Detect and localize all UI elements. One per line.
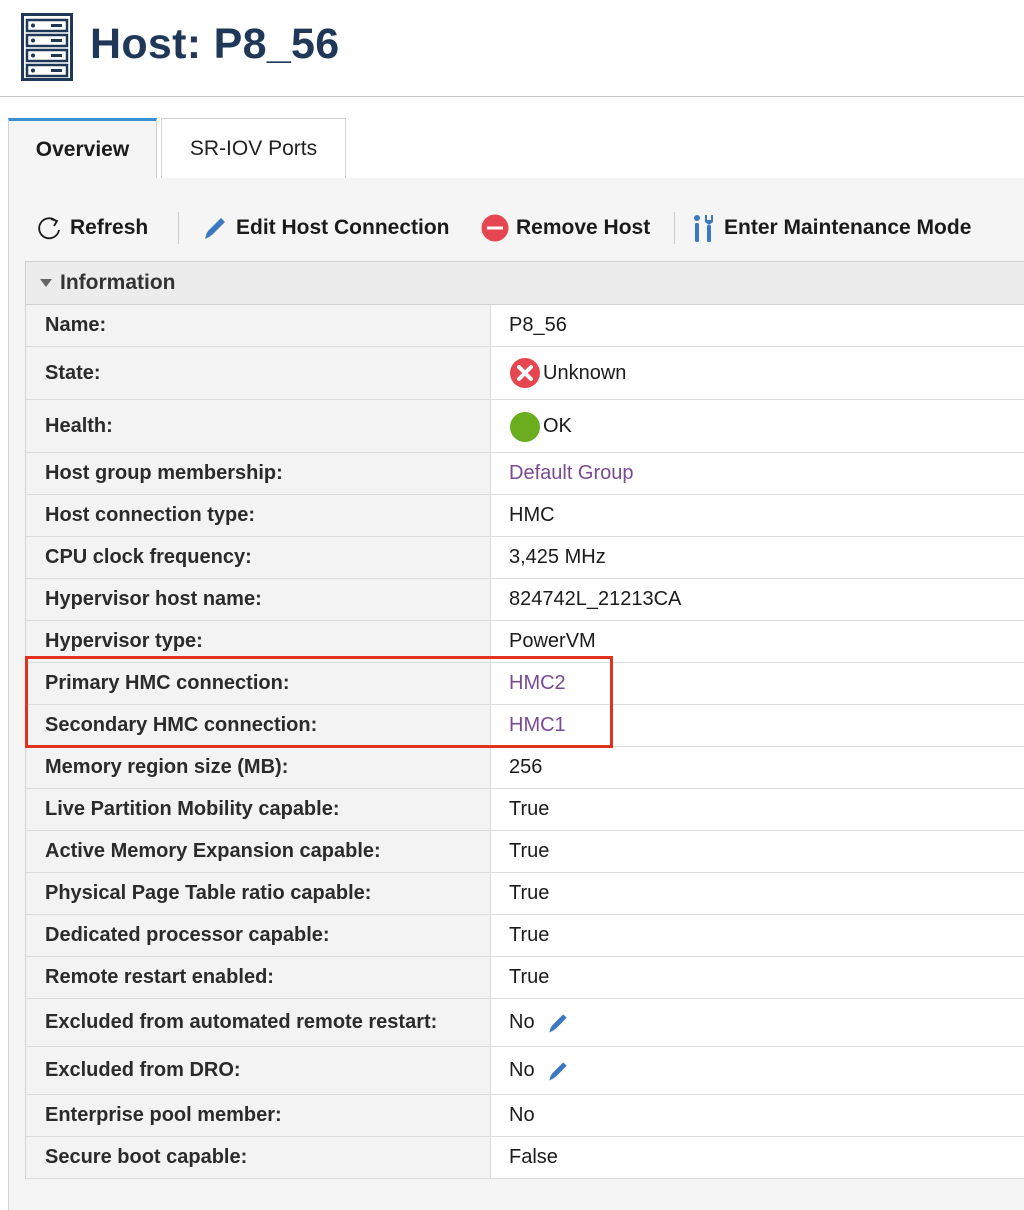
row-value: False — [509, 1146, 558, 1168]
primary-hmc-link[interactable]: HMC2 — [509, 672, 566, 695]
information-table: Name: P8_56 State: Unknown Health: OK Ho… — [25, 305, 1024, 1179]
table-row: Secure boot capable: False — [26, 1137, 1024, 1179]
edit-pencil-icon[interactable] — [545, 1010, 571, 1036]
toolbar-divider — [674, 212, 675, 244]
row-value: 824742L_21213CA — [509, 588, 682, 610]
enter-maintenance-mode-label: Enter Maintenance Mode — [724, 216, 972, 239]
server-rack-icon — [21, 13, 73, 81]
row-value: 256 — [509, 756, 543, 778]
row-value: No — [509, 1104, 535, 1126]
excluded-dro-value: No — [509, 1059, 535, 1081]
row-value: Default Group — [491, 453, 1024, 494]
information-section-title: Information — [60, 271, 176, 294]
row-value: HMC1 — [491, 705, 1024, 746]
row-label: Memory region size (MB): — [26, 747, 491, 788]
row-label: Host group membership: — [26, 453, 491, 494]
pencil-icon — [205, 218, 225, 239]
row-label: Name: — [26, 305, 491, 346]
table-row: Secondary HMC connection: HMC1 — [26, 705, 1024, 747]
page-title: Host: P8_56 — [90, 20, 340, 68]
excluded-restart-value: No — [509, 1011, 535, 1033]
row-value: True — [509, 840, 550, 862]
table-row: State: Unknown — [26, 347, 1024, 400]
error-status-icon — [510, 358, 540, 388]
row-label: Hypervisor host name: — [26, 579, 491, 620]
row-label: Dedicated processor capable: — [26, 915, 491, 956]
table-row: CPU clock frequency: 3,425 MHz — [26, 537, 1024, 579]
table-row: Host group membership: Default Group — [26, 453, 1024, 495]
row-value: 3,425 MHz — [509, 546, 606, 568]
row-label: Live Partition Mobility capable: — [26, 789, 491, 830]
edit-host-connection-label: Edit Host Connection — [236, 216, 450, 239]
row-label: Remote restart enabled: — [26, 957, 491, 998]
table-row: Active Memory Expansion capable: True — [26, 831, 1024, 873]
row-label: Health: — [26, 400, 491, 452]
toolbar: Refresh Edit Host Connection Remove Host… — [0, 200, 1024, 256]
row-value: PowerVM — [509, 630, 596, 652]
row-value: HMC — [509, 504, 555, 526]
tools-icon — [694, 215, 713, 242]
row-label: Enterprise pool member: — [26, 1095, 491, 1136]
refresh-button[interactable]: Refresh — [34, 208, 148, 248]
remove-circle-icon — [481, 214, 509, 242]
table-row: Host connection type: HMC — [26, 495, 1024, 537]
table-row: Excluded from DRO: No — [26, 1047, 1024, 1095]
row-label: Hypervisor type: — [26, 621, 491, 662]
remove-host-label: Remove Host — [516, 216, 651, 239]
row-value: OK — [491, 400, 1024, 452]
row-label: Primary HMC connection: — [26, 663, 491, 704]
row-value: True — [509, 798, 550, 820]
tab-sr-iov-ports[interactable]: SR-IOV Ports — [161, 118, 346, 178]
toolbar-divider — [178, 212, 179, 244]
secondary-hmc-link[interactable]: HMC1 — [509, 714, 566, 737]
state-value: Unknown — [543, 361, 627, 384]
row-label: Excluded from automated remote restart: — [26, 999, 491, 1046]
table-row: Hypervisor type: PowerVM — [26, 621, 1024, 663]
health-value: OK — [543, 414, 572, 437]
table-row: Dedicated processor capable: True — [26, 915, 1024, 957]
tab-overview[interactable]: Overview — [8, 118, 157, 178]
row-value: P8_56 — [509, 314, 567, 336]
edit-pencil-icon[interactable] — [545, 1058, 571, 1084]
row-value: Unknown — [491, 347, 1024, 399]
row-value: HMC2 — [491, 663, 1024, 704]
row-label: CPU clock frequency: — [26, 537, 491, 578]
row-value: No — [491, 1047, 1024, 1094]
table-row: Name: P8_56 — [26, 305, 1024, 347]
table-row: Enterprise pool member: No — [26, 1095, 1024, 1137]
table-row: Memory region size (MB): 256 — [26, 747, 1024, 789]
table-row: Live Partition Mobility capable: True — [26, 789, 1024, 831]
row-label: Physical Page Table ratio capable: — [26, 873, 491, 914]
table-row: Excluded from automated remote restart: … — [26, 999, 1024, 1047]
ok-status-icon — [510, 412, 540, 442]
table-row: Health: OK — [26, 400, 1024, 453]
enter-maintenance-mode-button[interactable]: Enter Maintenance Mode — [690, 208, 971, 248]
edit-host-connection-button[interactable]: Edit Host Connection — [200, 208, 450, 248]
row-value: True — [509, 966, 550, 988]
table-row: Physical Page Table ratio capable: True — [26, 873, 1024, 915]
row-value: No — [491, 999, 1024, 1046]
row-label: Excluded from DRO: — [26, 1047, 491, 1094]
collapse-triangle-icon — [40, 279, 52, 287]
table-row: Primary HMC connection: HMC2 — [26, 663, 1024, 705]
refresh-icon — [38, 217, 60, 240]
page-header: Host: P8_56 — [0, 0, 1024, 97]
row-label: Host connection type: — [26, 495, 491, 536]
row-value: True — [509, 924, 550, 946]
row-label: Secure boot capable: — [26, 1137, 491, 1178]
table-row: Hypervisor host name: 824742L_21213CA — [26, 579, 1024, 621]
default-group-link[interactable]: Default Group — [509, 462, 634, 485]
remove-host-button[interactable]: Remove Host — [480, 208, 650, 248]
refresh-label: Refresh — [70, 216, 149, 239]
table-row: Remote restart enabled: True — [26, 957, 1024, 999]
information-section-header[interactable]: Information — [25, 261, 1024, 305]
row-label: State: — [26, 347, 491, 399]
row-label: Active Memory Expansion capable: — [26, 831, 491, 872]
row-value: True — [509, 882, 550, 904]
row-label: Secondary HMC connection: — [26, 705, 491, 746]
